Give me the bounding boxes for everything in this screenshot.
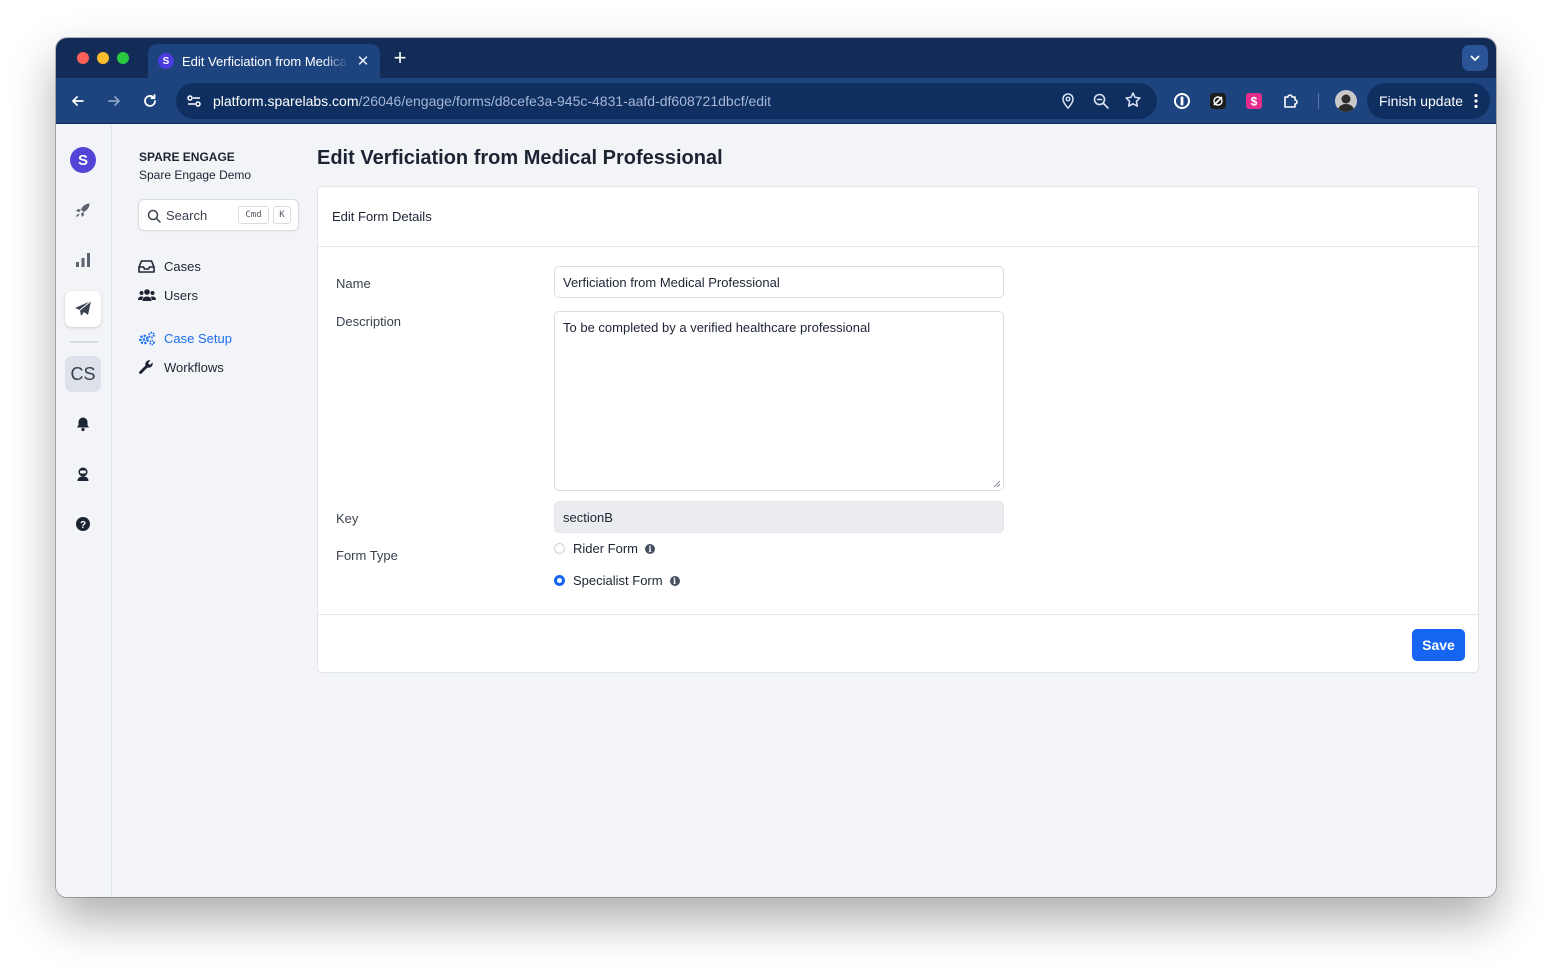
address-bar[interactable]: platform.sparelabs.com/26046/engage/form…: [176, 83, 1157, 119]
rocket-icon: [75, 203, 90, 218]
rail-profile[interactable]: [65, 456, 101, 492]
help-icon: ?: [76, 517, 90, 531]
radio-specialist-form[interactable]: Specialist Form i: [554, 573, 680, 588]
edit-form-card: Edit Form Details Name Verficiation from…: [317, 186, 1479, 673]
rail-home[interactable]: S: [65, 142, 101, 178]
spare-logo-icon: S: [70, 147, 96, 173]
specialist-form-label: Specialist Form: [573, 573, 663, 588]
sidebar-item-case-setup[interactable]: Case Setup: [138, 328, 232, 348]
rail-notifications[interactable]: [65, 406, 101, 442]
finish-update-button[interactable]: Finish update: [1367, 83, 1490, 119]
description-label: Description: [336, 314, 402, 329]
person-icon: [1337, 94, 1355, 112]
astronaut-icon: [77, 467, 89, 481]
inbox-icon: [138, 260, 155, 273]
extension-dollar-icon[interactable]: $: [1245, 92, 1263, 110]
description-textarea[interactable]: To be completed by a verified healthcare…: [554, 311, 1004, 491]
tab-close-icon[interactable]: ✕: [356, 52, 370, 70]
rail-help[interactable]: ?: [65, 506, 101, 542]
extension-slash-icon[interactable]: [1209, 92, 1227, 110]
sidebar-item-label: Workflows: [164, 359, 224, 375]
search-icon: [147, 209, 161, 223]
extensions-puzzle-icon[interactable]: [1282, 92, 1300, 110]
back-button[interactable]: [66, 89, 90, 113]
info-icon[interactable]: i: [669, 575, 680, 586]
rider-form-label: Rider Form: [573, 541, 639, 556]
radio-checked[interactable]: [554, 575, 565, 586]
rail-analytics[interactable]: [65, 242, 101, 278]
reload-button[interactable]: [138, 89, 162, 113]
bookmark-star-icon[interactable]: [1124, 91, 1142, 109]
zoom-icon[interactable]: [1092, 92, 1110, 110]
name-input[interactable]: Verficiation from Medical Professional: [554, 266, 1004, 298]
site-settings-icon[interactable]: [186, 93, 202, 109]
browser-tab-active[interactable]: S Edit Verficiation from Medical Profess…: [148, 44, 380, 78]
svg-text:?: ?: [80, 520, 86, 531]
form-type-label: Form Type: [336, 548, 398, 563]
sidebar-item-users[interactable]: Users: [138, 285, 198, 305]
tab-title: Edit Verficiation from Medical Professio…: [182, 53, 348, 69]
location-pin-icon[interactable]: [1060, 92, 1076, 110]
radio-unchecked[interactable]: [554, 543, 565, 554]
card-header: Edit Form Details: [318, 187, 1478, 247]
card-title: Edit Form Details: [332, 209, 432, 224]
sidebar-item-workflows[interactable]: Workflows: [138, 357, 224, 377]
key-input: sectionB: [554, 501, 1004, 533]
chevron-down-icon: [1470, 55, 1480, 62]
tab-search-button[interactable]: [1462, 45, 1488, 71]
tab-strip: S Edit Verficiation from Medical Profess…: [56, 38, 1496, 78]
sidebar-item-label: Users: [164, 287, 198, 303]
rail-separator: [70, 341, 98, 343]
paper-plane-icon: [75, 300, 92, 316]
sidebar-item-label: Case Setup: [164, 330, 232, 346]
arrow-left-icon: [72, 96, 84, 106]
rail-workspace-cs[interactable]: CS: [65, 356, 101, 392]
forward-button[interactable]: [102, 89, 126, 113]
resize-grip-icon[interactable]: [992, 479, 1001, 488]
browser-toolbar: platform.sparelabs.com/26046/engage/form…: [56, 78, 1496, 124]
spare-favicon-icon: S: [158, 53, 174, 69]
kbd-k: K: [273, 206, 291, 224]
icon-rail: S CS ?: [56, 125, 112, 897]
finish-update-label: Finish update: [1379, 93, 1464, 109]
svg-text:$: $: [1251, 95, 1258, 109]
save-button[interactable]: Save: [1412, 629, 1465, 661]
search-placeholder: Search: [166, 208, 208, 223]
sidebar-item-cases[interactable]: Cases: [138, 256, 201, 276]
sidebar-search[interactable]: Search Cmd K: [138, 199, 299, 231]
url-path: /26046/engage/forms/d8cefe3a-945c-4831-a…: [358, 93, 772, 109]
cogs-icon: [139, 331, 155, 345]
organization-name: Spare Engage Demo: [139, 168, 252, 182]
wrench-icon: [139, 360, 153, 374]
bar-chart-icon: [76, 253, 90, 267]
arrow-right-icon: [108, 96, 120, 106]
toolbar-divider: [1318, 93, 1319, 109]
info-icon[interactable]: i: [645, 543, 656, 554]
key-label: Key: [336, 511, 359, 526]
bell-icon: [77, 417, 89, 432]
brand-title: SPARE ENGAGE: [139, 150, 235, 164]
app-content: S CS ? SPARE ENGAGE Spare Engage Demo Se…: [56, 125, 1496, 897]
url-text: platform.sparelabs.com/26046/engage/form…: [213, 93, 771, 109]
profile-avatar[interactable]: [1335, 90, 1357, 112]
users-icon: [138, 289, 156, 301]
page-title: Edit Verficiation from Medical Professio…: [317, 147, 723, 169]
url-host: platform.sparelabs.com: [213, 93, 359, 109]
rail-rocket[interactable]: [65, 192, 101, 228]
description-value: To be completed by a verified healthcare…: [563, 320, 871, 335]
name-label: Name: [336, 276, 371, 291]
password-manager-extension-icon[interactable]: [1173, 92, 1191, 110]
card-footer-divider: [318, 614, 1478, 615]
new-tab-icon[interactable]: +: [390, 45, 410, 71]
radio-rider-form[interactable]: Rider Form i: [554, 541, 656, 556]
rail-engage[interactable]: [65, 291, 101, 327]
more-vert-icon: [1474, 93, 1478, 109]
sidebar-item-label: Cases: [164, 258, 201, 274]
minimize-window-button[interactable]: [97, 52, 109, 64]
close-window-button[interactable]: [77, 52, 89, 64]
browser-window: S Edit Verficiation from Medical Profess…: [56, 38, 1496, 897]
maximize-window-button[interactable]: [117, 52, 129, 64]
reload-icon: [144, 94, 156, 107]
kbd-cmd: Cmd: [238, 206, 269, 224]
